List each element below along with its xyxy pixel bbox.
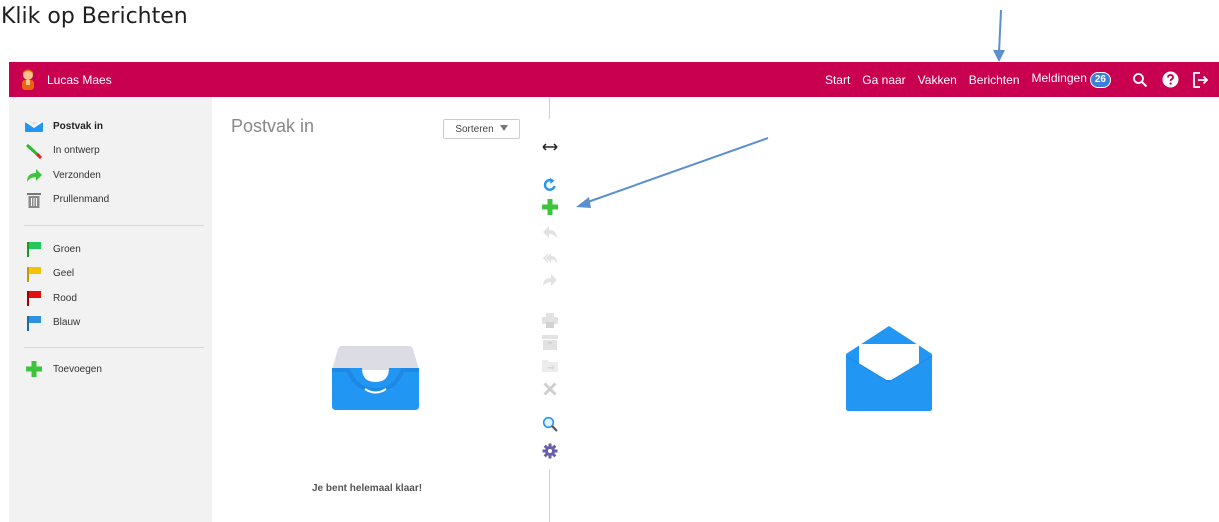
sidebar-divider xyxy=(24,225,204,226)
add-folder-label: Toevoegen xyxy=(53,363,102,375)
pencil-icon xyxy=(24,143,44,159)
sidebar-item-label: Geel xyxy=(53,268,75,280)
top-navigation-bar: Lucas Maes Start Ga naar Vakken Berichte… xyxy=(9,62,1219,97)
sidebar-item-label: Verzonden xyxy=(53,169,101,181)
move-folder-icon[interactable] xyxy=(540,355,560,375)
caret-down-icon xyxy=(499,124,508,135)
nav-go-to[interactable]: Ga naar xyxy=(862,73,905,87)
flag-list: Groen Geel Rood Blauw xyxy=(24,237,199,335)
forward-icon[interactable] xyxy=(540,270,560,290)
message-preview-pane xyxy=(563,97,1219,522)
sidebar-item-flag-red[interactable]: Rood xyxy=(24,286,199,311)
sidebar-item-inbox[interactable]: Postvak in xyxy=(24,114,199,139)
search-icon[interactable] xyxy=(540,414,560,434)
nav-messages[interactable]: Berichten xyxy=(969,73,1020,87)
add-folder-button[interactable]: Toevoegen xyxy=(24,357,199,382)
user-avatar-icon xyxy=(19,69,37,91)
archive-icon[interactable] xyxy=(540,332,560,352)
plus-icon xyxy=(24,361,44,378)
sidebar-item-drafts[interactable]: In ontwerp xyxy=(24,139,199,164)
new-message-icon[interactable] xyxy=(540,197,560,217)
annotation-arrowhead-top xyxy=(993,50,1005,62)
sidebar-item-flag-green[interactable]: Groen xyxy=(24,237,199,262)
flag-green-icon xyxy=(24,241,44,258)
message-list-pane: Postvak in Sorteren Je bent helemaal kla… xyxy=(212,97,537,522)
message-toolbar xyxy=(537,97,563,522)
empty-inbox-illustration xyxy=(332,346,419,415)
folder-list: Postvak in In ontwerp Verzonden Prullenm… xyxy=(24,114,199,212)
inbox-icon xyxy=(24,118,44,134)
sort-label: Sorteren xyxy=(455,123,494,135)
list-title: Postvak in xyxy=(231,116,315,136)
logout-icon[interactable] xyxy=(1191,71,1209,89)
flag-red-icon xyxy=(24,290,44,307)
nav-notifications-label: Meldingen xyxy=(1031,71,1087,85)
reply-icon[interactable] xyxy=(540,222,560,242)
sidebar-item-trash[interactable]: Prullenmand xyxy=(24,188,199,213)
sidebar-item-label: Rood xyxy=(53,292,77,304)
sidebar-item-flag-yellow[interactable]: Geel xyxy=(24,262,199,287)
add-folder-list: Toevoegen xyxy=(24,357,199,382)
help-icon[interactable] xyxy=(1161,71,1179,89)
annotation-arrow-top xyxy=(998,9,1002,54)
sidebar: Postvak in In ontwerp Verzonden Prullenm… xyxy=(9,97,212,522)
resize-icon[interactable] xyxy=(540,137,560,157)
sidebar-item-label: In ontwerp xyxy=(53,145,100,157)
flag-blue-icon xyxy=(24,315,44,331)
sort-dropdown[interactable]: Sorteren xyxy=(443,119,520,139)
settings-icon[interactable] xyxy=(540,441,560,461)
toolbar-divider xyxy=(549,97,550,119)
sidebar-divider xyxy=(24,347,204,348)
envelope-illustration xyxy=(845,326,933,416)
trash-icon xyxy=(24,192,44,208)
search-icon[interactable] xyxy=(1131,71,1149,89)
sidebar-item-label: Blauw xyxy=(53,317,81,329)
user-name: Lucas Maes xyxy=(47,72,112,87)
nav-start[interactable]: Start xyxy=(825,73,850,87)
toolbar-divider xyxy=(549,469,550,522)
print-icon[interactable] xyxy=(540,310,560,330)
sidebar-item-sent[interactable]: Verzonden xyxy=(24,163,199,188)
nav-notifications[interactable]: Meldingen 26 xyxy=(1031,71,1111,88)
nav-subjects[interactable]: Vakken xyxy=(918,73,957,87)
sidebar-item-label: Postvak in xyxy=(53,120,104,132)
reply-all-icon[interactable] xyxy=(540,247,560,267)
sent-arrow-icon xyxy=(24,167,44,183)
refresh-icon[interactable] xyxy=(540,175,560,195)
instruction-text: Klik op Berichten xyxy=(1,4,188,29)
sidebar-item-label: Groen xyxy=(53,243,81,255)
sidebar-item-flag-blue[interactable]: Blauw xyxy=(24,311,199,336)
user-profile[interactable]: Lucas Maes xyxy=(19,67,112,92)
main-nav: Start Ga naar Vakken Berichten Meldingen… xyxy=(825,62,1213,97)
empty-state-text: Je bent helemaal klaar! xyxy=(312,483,423,494)
delete-icon[interactable] xyxy=(540,379,560,399)
notifications-badge: 26 xyxy=(1089,72,1111,88)
flag-yellow-icon xyxy=(24,266,44,282)
sidebar-item-label: Prullenmand xyxy=(53,194,110,206)
